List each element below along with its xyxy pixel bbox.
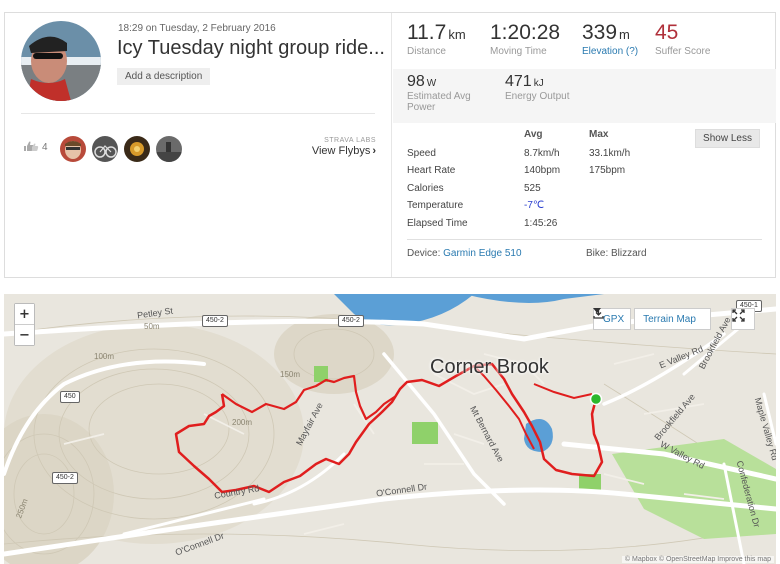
energy-value: 471 xyxy=(505,73,532,90)
route-map[interactable]: Petley St Mayfair Ave Country Rd O'Conne… xyxy=(4,294,776,564)
row-avg: -7℃ xyxy=(524,200,545,211)
row-max: 33.1km/h xyxy=(589,148,631,159)
row-label: Heart Rate xyxy=(407,165,456,176)
flyby-link[interactable]: STRAVA LABS View Flybys › xyxy=(312,137,376,157)
zoom-in-button[interactable]: + xyxy=(15,304,34,324)
row-avg: 8.7km/h xyxy=(524,148,560,159)
activity-datetime: 18:29 on Tuesday, 2 February 2016 xyxy=(118,23,276,34)
strava-labs-tag: STRAVA LABS xyxy=(324,137,376,144)
energy-unit: kJ xyxy=(533,78,544,89)
chevron-right-icon: › xyxy=(372,145,376,157)
gpx-label: GPX xyxy=(603,313,625,325)
moving-time-value: 1:20:28 xyxy=(490,21,561,44)
participant-avatar[interactable] xyxy=(92,136,118,162)
stat-elevation: 339 m Elevation (?) xyxy=(582,21,638,57)
show-less-button[interactable]: Show Less xyxy=(695,129,760,148)
route-shield: 450-2 xyxy=(52,472,78,484)
row-max: 175bpm xyxy=(589,165,626,176)
distance-value: 11.7 xyxy=(407,21,447,44)
stat-distance: 11.7 km Distance xyxy=(407,21,466,57)
row-avg: 525 xyxy=(524,183,541,194)
add-description-button[interactable]: Add a description xyxy=(117,68,211,85)
map-type-label: Terrain Map xyxy=(643,313,696,325)
elevation-value: 339 xyxy=(582,21,618,44)
map-attribution[interactable]: © Mapbox © OpenStreetMap Improve this ma… xyxy=(621,556,774,563)
row-label: Calories xyxy=(407,183,444,194)
view-flybys-label: View Flybys xyxy=(311,145,371,157)
elevation-unit: m xyxy=(619,27,630,42)
participant-avatar[interactable] xyxy=(60,136,86,162)
energy-label: Energy Output xyxy=(505,91,570,102)
map-label-contour: 150m xyxy=(280,370,301,379)
stat-moving-time: 1:20:28 Moving Time xyxy=(490,21,560,57)
group-participants xyxy=(60,136,182,162)
participant-avatar[interactable] xyxy=(124,136,150,162)
zoom-control: + − xyxy=(14,303,35,346)
distance-label: Distance xyxy=(407,46,446,57)
route-shield: 450 xyxy=(60,391,80,403)
activity-title[interactable]: Icy Tuesday night group ride... xyxy=(117,37,385,60)
power-unit: W xyxy=(426,78,437,89)
participant-avatar[interactable] xyxy=(156,136,182,162)
stat-energy: 471 kJ Energy Output xyxy=(505,73,595,102)
row-avg: 1:45:26 xyxy=(524,218,558,229)
device-info: Device: Garmin Edge 510 xyxy=(407,248,522,259)
row-label: Speed xyxy=(407,148,436,159)
device-label: Device: xyxy=(407,248,441,259)
activity-card: 18:29 on Tuesday, 2 February 2016 Icy Tu… xyxy=(4,12,776,278)
row-label: Temperature xyxy=(407,200,464,211)
route-start-marker xyxy=(589,392,603,406)
row-label: Elapsed Time xyxy=(407,218,468,229)
fullscreen-button[interactable] xyxy=(731,308,755,330)
map-controls: GPX Terrain Map xyxy=(593,308,711,330)
power-label: Estimated Avg Power xyxy=(407,91,471,113)
column-max: Max xyxy=(589,129,609,140)
bike-info: Bike: Blizzard xyxy=(586,248,647,259)
activity-stats: 11.7 km Distance 1:20:28 Moving Time 339 m… xyxy=(393,13,776,277)
device-link[interactable]: Garmin Edge 510 xyxy=(443,248,521,259)
map-city-label: Corner Brook xyxy=(430,356,549,378)
route-shield: 450-2 xyxy=(338,315,364,327)
zoom-out-button[interactable]: − xyxy=(15,325,34,345)
map-label-contour: 200m xyxy=(232,418,253,427)
activity-summary: 18:29 on Tuesday, 2 February 2016 Icy Tu… xyxy=(5,13,392,277)
map-type-dropdown[interactable]: Terrain Map xyxy=(593,308,711,330)
row-avg: 140bpm xyxy=(524,165,561,176)
column-avg: Avg xyxy=(524,129,543,140)
stat-suffer-score: 45 Suffer Score xyxy=(655,21,710,57)
suffer-score-value: 45 xyxy=(655,21,679,44)
power-stats: 98 W Estimated Avg Power 471 kJ Energy Out… xyxy=(393,69,776,123)
elevation-help-link[interactable]: Elevation (?) xyxy=(582,46,638,57)
divider xyxy=(21,113,375,114)
route-shield: 450-2 xyxy=(202,315,228,327)
power-value: 98 xyxy=(407,73,425,90)
moving-time-label: Moving Time xyxy=(490,46,547,57)
divider xyxy=(407,239,762,240)
map-label-contour: 100m xyxy=(94,352,115,361)
distance-unit: km xyxy=(448,27,466,42)
stat-avg-power: 98 W Estimated Avg Power xyxy=(407,73,487,113)
map-label-contour: 50m xyxy=(144,322,160,331)
kudos-icon xyxy=(23,140,39,155)
athlete-avatar[interactable] xyxy=(21,21,101,101)
suffer-score-label: Suffer Score xyxy=(655,46,711,57)
kudos-button[interactable]: 4 xyxy=(23,140,48,155)
kudos-count: 4 xyxy=(42,142,48,153)
